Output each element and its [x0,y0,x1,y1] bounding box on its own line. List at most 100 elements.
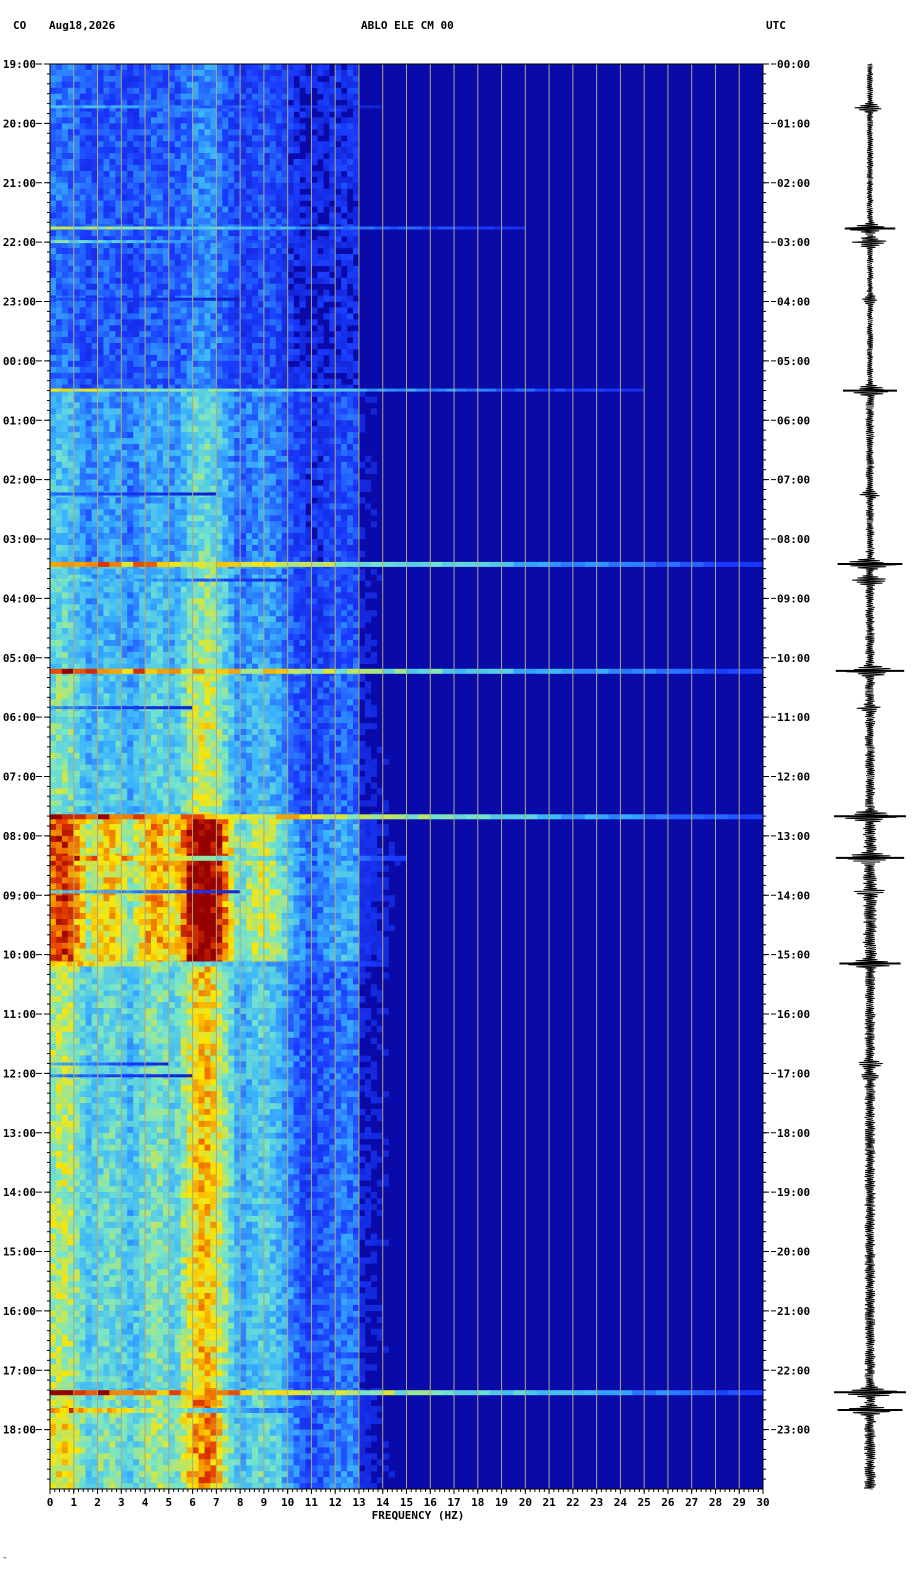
heatmap-cell [258,135,265,142]
heatmap-cell [364,639,372,647]
heatmap-cell [115,509,122,516]
heatmap-cell [341,444,348,451]
heatmap-cell [192,354,199,362]
heatmap-cell [121,616,128,623]
heatmap-cell [151,248,158,255]
heatmap-cell [85,259,92,267]
heatmap-cell [145,639,152,647]
heatmap-cell [79,455,86,463]
heatmap-cell [127,159,134,166]
heatmap-cell [281,378,288,385]
heatmap-cell [192,349,199,356]
heatmap-cell [180,188,187,195]
heatmap-cell [323,628,330,635]
heatmap-cell [192,69,199,77]
heatmap-cell [263,455,271,463]
heatmap-cell [97,87,104,94]
heatmap-cell [210,497,217,504]
heatmap-cell [115,467,122,474]
heatmap-cell [73,289,80,296]
heatmap-cell [198,319,205,326]
heatmap-cell [287,325,294,332]
heatmap-cell [73,147,80,154]
heatmap-cell [252,479,259,486]
heatmap-cell [109,265,116,273]
heatmap-cell [192,598,199,605]
heatmap-cell [67,354,74,362]
heatmap-cell [67,218,74,225]
heatmap-cell [275,473,282,480]
heatmap-cell [317,592,324,599]
heatmap-cell [281,212,288,219]
heatmap-cell [287,402,294,409]
heatmap-cell [85,153,92,160]
heatmap-cell [198,271,205,278]
heatmap-cell [50,319,57,326]
heatmap-cell [263,598,271,605]
heatmap-cell [329,123,336,130]
heatmap-cell [222,408,229,415]
heatmap-cell [186,402,193,409]
heatmap-cell [79,153,86,160]
heatmap-cell [234,485,241,492]
heatmap-cell [240,295,247,302]
heatmap-cell [115,337,122,344]
heatmap-cell [162,283,170,290]
heatmap-cell [127,111,134,118]
heatmap-cell [162,485,170,492]
heatmap-cell [139,248,146,255]
heatmap-cell [115,289,122,296]
heatmap-cell [275,455,282,463]
heatmap-cell [55,449,63,457]
heatmap-cell [198,117,205,124]
heatmap-cell [210,515,217,522]
heatmap-cell [61,87,69,94]
heatmap-cell [275,628,282,635]
heatmap-cell [204,129,211,136]
heatmap-cell [293,396,300,403]
heatmap-cell [103,147,110,154]
heatmap-cell [222,639,229,647]
heatmap-cell [204,164,211,172]
heatmap-cell [61,533,69,540]
heatmap-cell [151,123,158,130]
heatmap-cell [198,153,205,160]
heatmap-cell [335,164,342,172]
heatmap-cell [269,550,276,558]
heatmap-cell [204,230,211,237]
heatmap-cell [263,467,271,474]
heatmap-cell [246,87,253,94]
heatmap-cell [79,414,86,421]
heatmap-cell [61,135,69,142]
heatmap-cell [121,164,128,172]
heatmap-cell [121,503,128,510]
heatmap-cell [293,503,300,510]
heatmap-cell [85,366,92,373]
heatmap-cell [121,75,128,83]
heatmap-cell [115,449,122,457]
heatmap-cell [139,111,146,118]
heatmap-cell [55,277,63,284]
heatmap-cell [287,254,294,261]
heatmap-cell [162,360,170,368]
heatmap-cell [228,117,235,124]
heatmap-cell [216,349,223,356]
heatmap-cell [73,402,80,409]
heatmap-cell [347,639,354,647]
heatmap-cell [347,438,354,445]
heatmap-cell [252,509,259,516]
heatmap-cell [198,378,205,385]
heatmap-cell [109,81,116,88]
heatmap-cell [311,64,318,71]
heatmap-cell [115,634,122,641]
heatmap-cell [347,485,354,492]
heatmap-cell [305,81,312,88]
heatmap-cell [246,325,253,332]
heatmap-cell [269,634,276,641]
heatmap-cell [109,188,116,195]
heatmap-cell [293,527,300,534]
heatmap-cell [353,117,360,124]
heatmap-cell [186,99,193,106]
heatmap-cell [323,503,330,510]
heatmap-cell [186,176,193,183]
